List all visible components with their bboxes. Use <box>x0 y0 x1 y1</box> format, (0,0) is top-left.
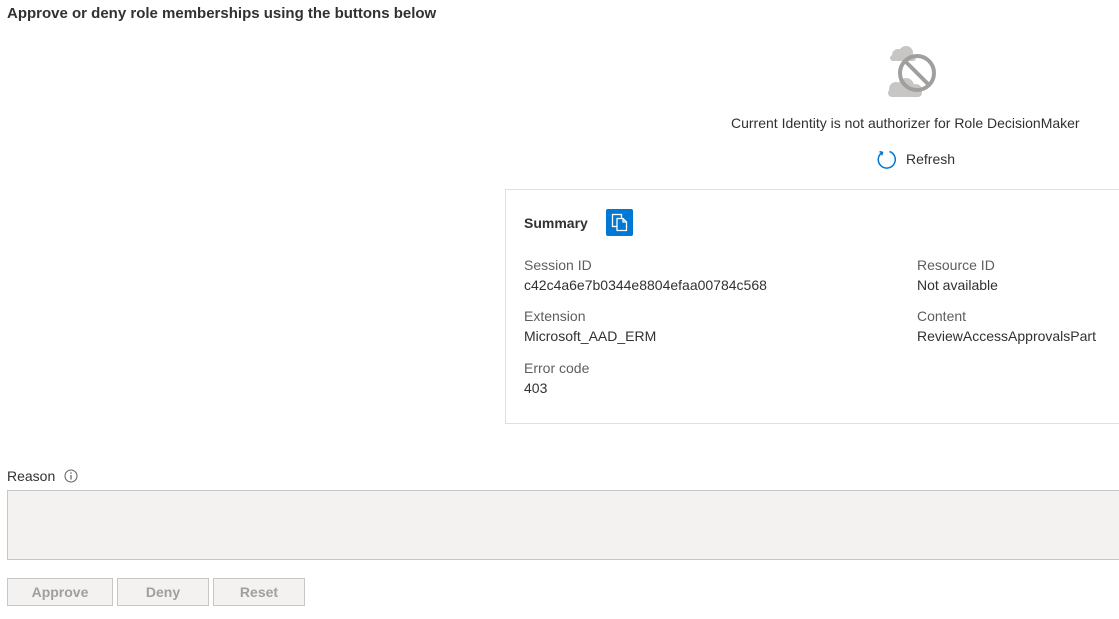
refresh-button[interactable]: Refresh <box>876 148 955 170</box>
page-title: Approve or deny role memberships using t… <box>7 5 437 22</box>
content-field: Content ReviewAccessApprovalsPart <box>917 306 1096 346</box>
error-code-label: Error code <box>524 360 590 376</box>
info-icon[interactable] <box>64 469 78 483</box>
cloud-blocked-icon <box>888 46 936 97</box>
session-id-field: Session ID c42c4a6e7b0344e8804efaa00784c… <box>524 255 767 295</box>
copy-icon <box>611 213 628 232</box>
approve-button[interactable]: Approve <box>7 578 113 606</box>
summary-panel: Summary Session ID c42c4a6e7b0344e8804ef… <box>505 189 1119 424</box>
content-value: ReviewAccessApprovalsPart <box>917 328 1096 344</box>
error-message: Current Identity is not authorizer for R… <box>731 115 1080 131</box>
extension-field: Extension Microsoft_AAD_ERM <box>524 306 656 346</box>
extension-label: Extension <box>524 308 586 324</box>
reset-button[interactable]: Reset <box>213 578 305 606</box>
resource-id-field: Resource ID Not available <box>917 255 998 295</box>
error-code-field: Error code 403 <box>524 358 589 398</box>
session-id-label: Session ID <box>524 257 592 273</box>
summary-heading: Summary <box>524 215 588 231</box>
reason-label: Reason <box>7 468 56 484</box>
refresh-label: Refresh <box>906 151 956 167</box>
error-code-value: 403 <box>524 380 548 396</box>
content-label: Content <box>917 308 967 324</box>
extension-value: Microsoft_AAD_ERM <box>524 328 657 344</box>
refresh-icon <box>877 150 896 169</box>
deny-button[interactable]: Deny <box>117 578 209 606</box>
reason-label-row: Reason <box>7 466 78 486</box>
copy-button[interactable] <box>606 209 633 236</box>
page: Approve or deny role memberships using t… <box>0 0 1119 619</box>
resource-id-value: Not available <box>917 277 998 293</box>
session-id-value: c42c4a6e7b0344e8804efaa00784c568 <box>524 277 767 293</box>
reason-input[interactable] <box>7 490 1119 560</box>
resource-id-label: Resource ID <box>917 257 995 273</box>
